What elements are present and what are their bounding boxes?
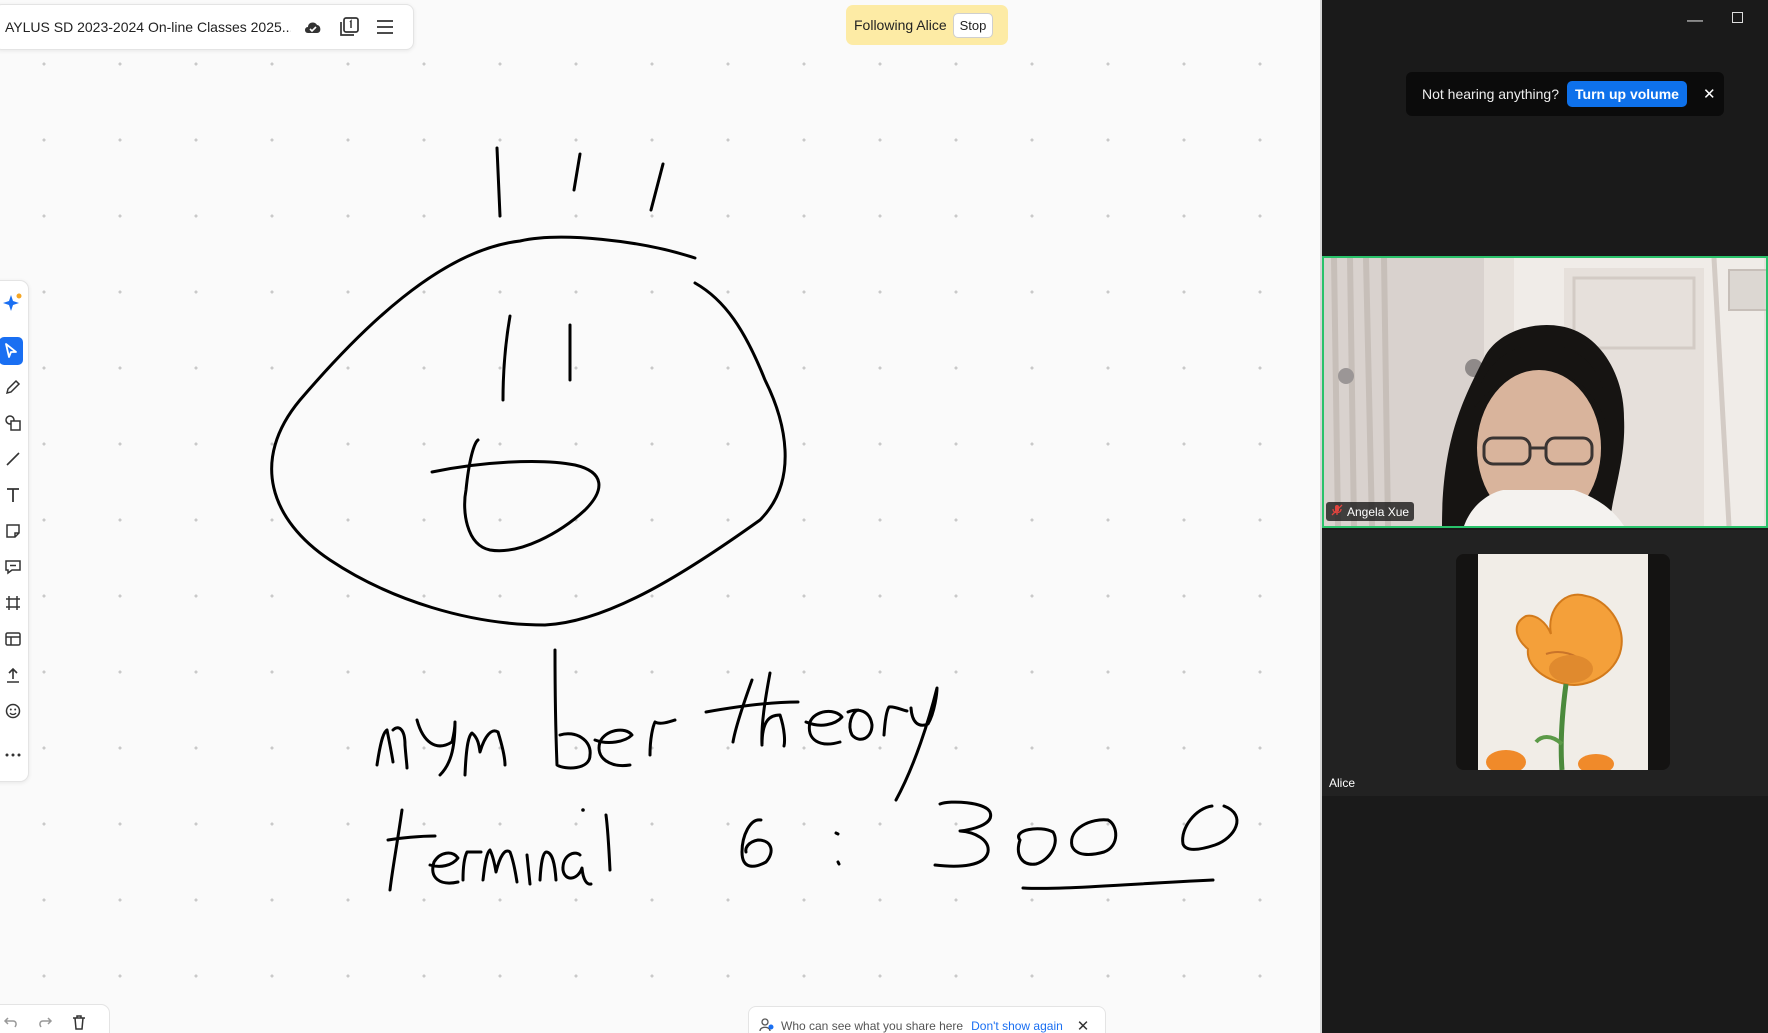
menu-icon[interactable] (371, 13, 399, 41)
pages-icon[interactable] (335, 13, 363, 41)
participant-name-tag: Alice (1324, 774, 1360, 792)
undo-icon[interactable] (3, 1015, 19, 1033)
text-icon[interactable] (1, 483, 25, 507)
board-header: AYLUS SD 2023-2024 On-line Classes 2025.… (0, 4, 414, 50)
table-icon[interactable] (1, 627, 25, 651)
cloud-save-icon[interactable] (299, 13, 327, 41)
trash-icon[interactable] (71, 1014, 87, 1033)
line-icon[interactable] (1, 447, 25, 471)
handwritten-drawing (270, 146, 1239, 892)
people-icon (759, 1017, 775, 1033)
following-banner: Following Alice Stop (846, 5, 1008, 45)
pen-icon[interactable] (1, 375, 25, 399)
participant-name: Alice (1329, 776, 1356, 790)
participant-video-tile[interactable]: Angela Xue (1322, 256, 1768, 528)
participant-video (1324, 258, 1766, 526)
sticky-note-icon[interactable] (1, 519, 25, 543)
participant-name-tag: Angela Xue (1326, 502, 1415, 521)
participant-video-tile[interactable]: Alice (1322, 530, 1768, 796)
share-notice-text: Who can see what you share here (781, 1019, 964, 1033)
left-toolbar (0, 280, 29, 782)
more-icon[interactable] (1, 743, 25, 767)
volume-prompt-text: Not hearing anything? (1422, 86, 1559, 102)
flower-painting (1456, 554, 1670, 770)
dont-show-again-link[interactable]: Don't show again (971, 1019, 1063, 1033)
muted-mic-icon (1331, 504, 1343, 519)
upload-icon[interactable] (1, 663, 25, 687)
zoom-meeting-panel: — Not hearing anything? Turn up volume ✕ (1320, 0, 1768, 1033)
comment-icon[interactable] (1, 555, 25, 579)
shapes-icon[interactable] (1, 411, 25, 435)
board-title[interactable]: AYLUS SD 2023-2024 On-line Classes 2025.… (5, 19, 291, 35)
frame-icon[interactable] (1, 591, 25, 615)
close-icon[interactable]: ✕ (1077, 1017, 1090, 1033)
stop-following-button[interactable]: Stop (952, 12, 994, 38)
select-icon[interactable] (0, 337, 23, 365)
redo-icon[interactable] (37, 1015, 53, 1033)
turn-up-volume-button[interactable]: Turn up volume (1567, 81, 1687, 107)
close-icon[interactable]: ✕ (1703, 85, 1716, 103)
ai-assistant-icon[interactable] (1, 291, 25, 315)
minimize-icon[interactable]: — (1687, 12, 1703, 30)
participant-video (1456, 554, 1670, 770)
following-text: Following Alice (854, 17, 947, 33)
emoji-icon[interactable] (1, 699, 25, 723)
whiteboard-canvas[interactable]: AYLUS SD 2023-2024 On-line Classes 2025.… (0, 0, 1320, 1033)
undo-redo-bar (0, 1004, 110, 1033)
share-notice-banner: Who can see what you share here Don't sh… (748, 1006, 1106, 1033)
maximize-icon[interactable] (1732, 12, 1743, 23)
participant-name: Angela Xue (1347, 504, 1410, 519)
volume-toast: Not hearing anything? Turn up volume ✕ (1406, 72, 1724, 116)
